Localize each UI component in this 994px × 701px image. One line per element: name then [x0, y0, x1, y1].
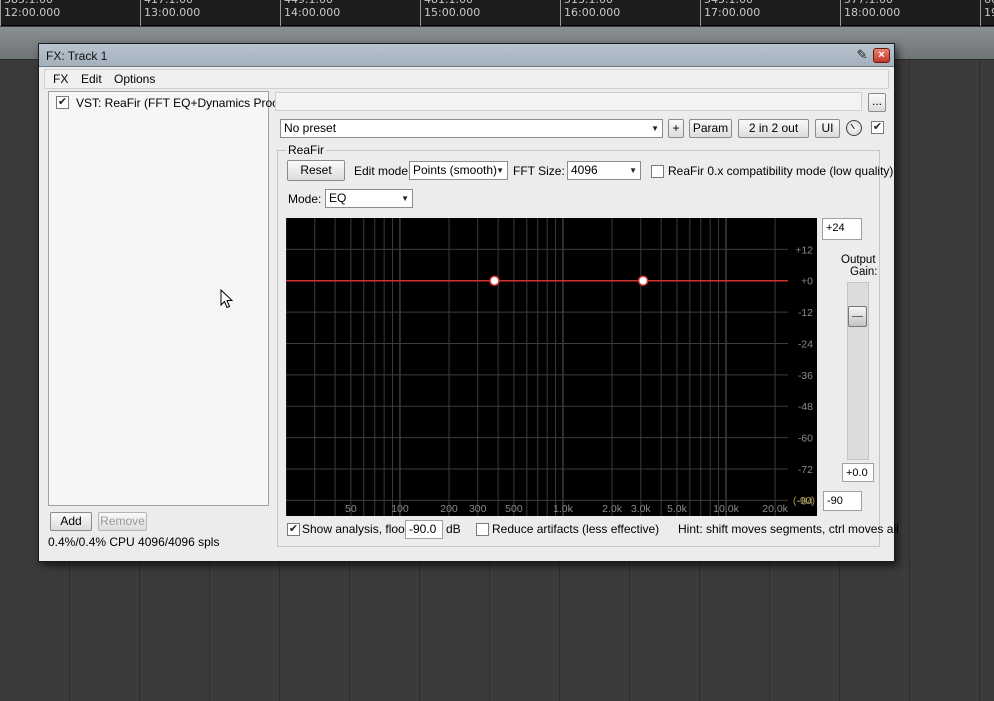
mouse-cursor-icon [220, 289, 234, 309]
ruler-time-label: 19 [984, 6, 994, 19]
x-tick-label: 500 [505, 503, 523, 515]
fx-chain-item[interactable]: ✔ VST: ReaFir (FFT EQ+Dynamics Proc... [49, 92, 288, 112]
fx-item-label: VST: ReaFir (FFT EQ+Dynamics Proc... [76, 96, 289, 110]
output-gain-label-line1: Output [841, 254, 876, 266]
menu-options[interactable]: Options [114, 72, 155, 86]
menu-edit[interactable]: Edit [81, 72, 102, 86]
io-routing-button[interactable]: 2 in 2 out [738, 119, 809, 138]
remove-fx-button[interactable]: Remove [98, 512, 147, 531]
eq-graph[interactable]: 50 100 200 300 500 1.0k 2.0k 3.0k 5.0k 10.0k 20.0k… [286, 218, 817, 516]
y-tick-label: -24 [798, 338, 813, 350]
edit-mode-value: Points (smooth) [413, 163, 498, 177]
y-tick-label: -12 [798, 307, 813, 319]
add-preset-button[interactable]: + [668, 119, 684, 138]
output-gain-label-line2: Gain: [850, 266, 878, 278]
preset-dropdown[interactable]: No preset ▼ [280, 119, 663, 138]
floor-db-label: (-90) [793, 495, 815, 507]
ruler-marker: 449.1.0014:00.000 [280, 0, 340, 26]
output-gain-value[interactable]: +0.0 [842, 463, 874, 482]
x-tick-label: 5.0k [667, 503, 688, 515]
browse-button[interactable]: ... [868, 93, 886, 112]
x-tick-label: 2.0k [602, 503, 623, 515]
cpu-status: 0.4%/0.4% CPU 4096/4096 spls [48, 535, 220, 549]
ruler-marker: 6019 [980, 0, 994, 26]
db-range-top-field[interactable]: +24 [822, 218, 862, 240]
param-button[interactable]: Param [689, 119, 732, 138]
mode-value: EQ [329, 191, 347, 205]
show-analysis-label: Show analysis, floor: [302, 522, 413, 536]
ruler-marker: 545.1.0017:00.000 [700, 0, 760, 26]
fx-enable-checkbox[interactable]: ✔ [56, 96, 69, 109]
preset-value: No preset [284, 121, 337, 135]
fft-size-value: 4096 [571, 163, 598, 177]
fx-chain-list[interactable]: ✔ VST: ReaFir (FFT EQ+Dynamics Proc... [48, 91, 288, 506]
fft-size-dropdown[interactable]: 4096 ▼ [567, 161, 641, 180]
output-gain-slider-handle[interactable] [848, 306, 867, 327]
eq-control-point[interactable] [637, 275, 649, 286]
x-tick-label: 50 [345, 503, 357, 515]
x-tick-label: 10.0k [713, 503, 739, 515]
x-tick-label: 3.0k [631, 503, 652, 515]
y-tick-label: +12 [795, 244, 813, 256]
hint-text: Hint: shift moves segments, ctrl moves a… [678, 522, 899, 536]
mode-label: Mode: [288, 192, 322, 206]
ruler-time-label: 12:00.000 [4, 6, 61, 19]
edit-mode-label: Edit mode: [354, 164, 412, 178]
reafir-group-label: ReaFir [286, 143, 327, 157]
ruler-marker: 417.1.0013:00.000 [140, 0, 200, 26]
ruler-time-label: 15:00.000 [424, 6, 481, 19]
reduce-artifacts-checkbox[interactable] [476, 523, 489, 536]
y-tick-label: -72 [798, 464, 813, 476]
x-tick-label: 200 [440, 503, 458, 515]
ruler-time-label: 16:00.000 [564, 6, 621, 19]
pin-icon[interactable]: ✎ [855, 48, 869, 62]
y-tick-label: +0 [801, 276, 813, 288]
chevron-down-icon: ▼ [401, 194, 409, 203]
graph-background [286, 218, 817, 516]
window-titlebar[interactable]: FX: Track 1 ✎ × [39, 44, 894, 67]
x-tick-label: 100 [391, 503, 409, 515]
wet-knob-icon[interactable] [846, 120, 862, 136]
db-unit-label: dB [446, 522, 461, 536]
fx-window: FX: Track 1 ✎ × FX Edit Options ✔ VST: R… [38, 43, 899, 562]
y-tick-label: -48 [798, 401, 813, 413]
y-tick-label: -36 [798, 370, 813, 382]
timeline-ruler[interactable]: 385.1.0012:00.000 417.1.0013:00.000 449.1.… [0, 0, 994, 26]
x-tick-label: 1.0k [553, 503, 574, 515]
ruler-time-label: 13:00.000 [144, 6, 201, 19]
menu-fx[interactable]: FX [53, 72, 68, 86]
plugin-name-field[interactable] [275, 92, 862, 111]
add-fx-button[interactable]: Add [50, 512, 92, 531]
x-tick-label: 300 [469, 503, 487, 515]
ruler-marker: 513.1.0016:00.000 [560, 0, 620, 26]
compat-mode-label: ReaFir 0.x compatibility mode (low quali… [668, 164, 894, 178]
menu-bar: FX Edit Options [44, 69, 889, 89]
analysis-floor-input[interactable]: -90.0 [405, 520, 443, 539]
chevron-down-icon: ▼ [651, 124, 659, 133]
close-button[interactable]: × [873, 48, 890, 63]
db-range-bottom-field[interactable]: -90 [823, 491, 862, 511]
ruler-time-label: 18:00.000 [844, 6, 901, 19]
bypass-checkbox[interactable]: ✔ [871, 121, 884, 134]
ruler-marker: 385.1.0012:00.000 [0, 0, 60, 26]
edit-mode-dropdown[interactable]: Points (smooth) ▼ [409, 161, 508, 180]
ruler-marker: 481.1.0015:00.000 [420, 0, 480, 26]
x-tick-label: 20.0k [762, 503, 788, 515]
fft-size-label: FFT Size: [513, 164, 565, 178]
eq-control-point[interactable] [489, 275, 500, 286]
window-title: FX: Track 1 [46, 49, 108, 63]
mode-dropdown[interactable]: EQ ▼ [325, 189, 413, 208]
show-analysis-checkbox[interactable]: ✔ [287, 523, 300, 536]
chevron-down-icon: ▼ [629, 166, 637, 175]
ruler-time-label: 17:00.000 [704, 6, 761, 19]
compat-mode-checkbox[interactable] [651, 165, 664, 178]
ruler-time-label: 14:00.000 [284, 6, 341, 19]
ui-toggle-button[interactable]: UI [815, 119, 840, 138]
reduce-artifacts-label: Reduce artifacts (less effective) [492, 522, 660, 536]
ruler-marker: 577.1.0018:00.000 [840, 0, 900, 26]
reset-button[interactable]: Reset [287, 160, 345, 181]
chevron-down-icon: ▼ [496, 166, 504, 175]
y-tick-label: -60 [798, 433, 813, 445]
